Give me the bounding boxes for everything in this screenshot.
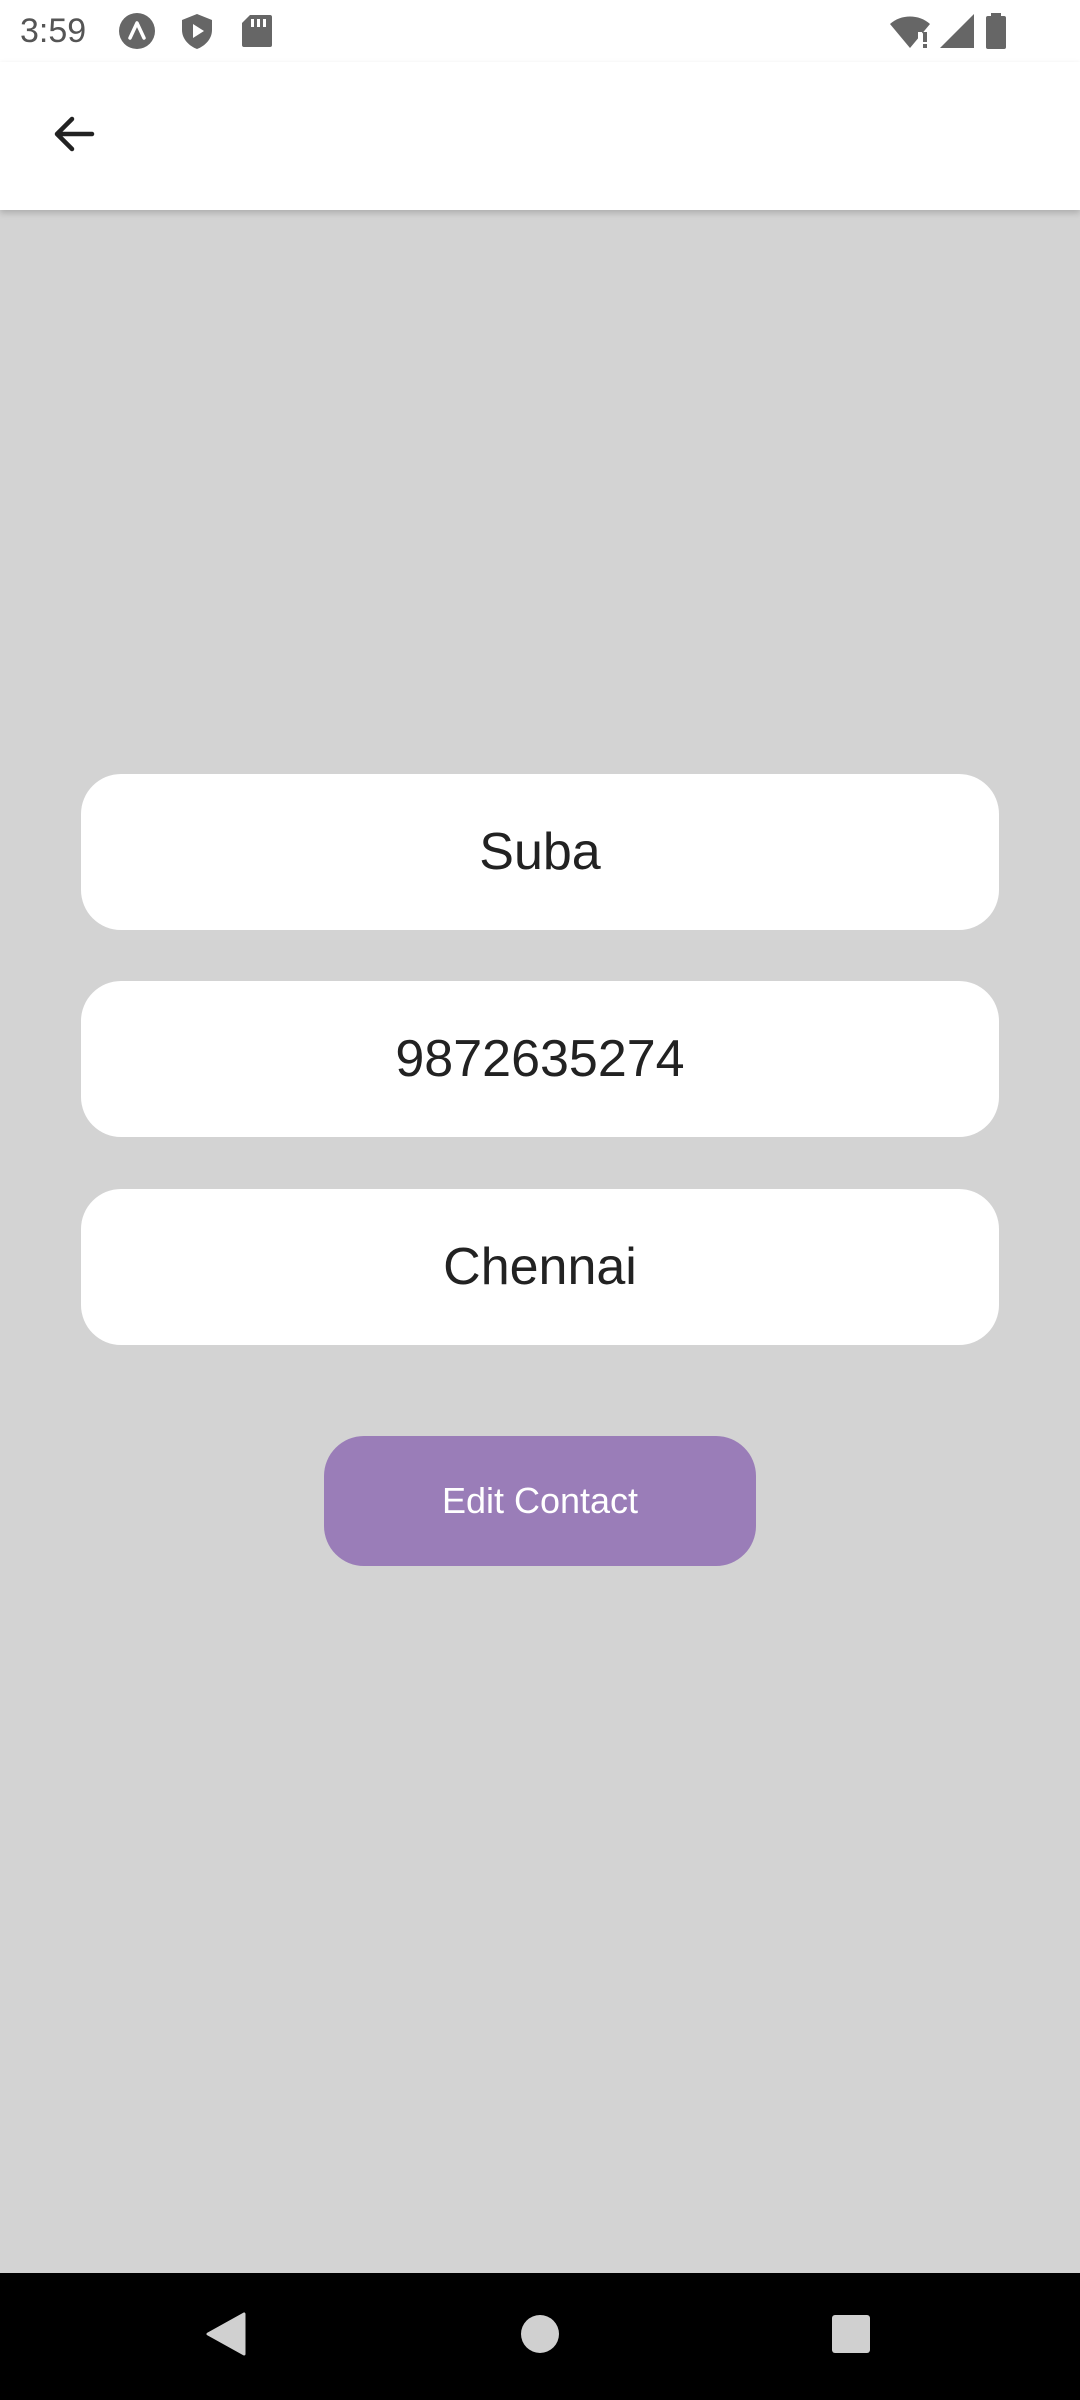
phone-field[interactable]: 9872635274 xyxy=(81,981,999,1137)
edit-contact-button-label: Edit Contact xyxy=(441,1480,639,1521)
edit-contact-screen: 3:59 Suba 9872635274 Chennai Edit Contac… xyxy=(0,0,1080,2400)
nav-back-button[interactable] xyxy=(166,2273,286,2400)
back-button[interactable] xyxy=(36,98,112,174)
home-circle-icon xyxy=(520,2314,560,2359)
name-field[interactable]: Suba xyxy=(81,774,999,930)
arrow-back-icon xyxy=(50,110,98,163)
app-bar xyxy=(0,62,1080,210)
edit-contact-button[interactable]: Edit Contact xyxy=(324,1436,756,1566)
shield-play-icon xyxy=(178,12,216,50)
nav-recents-button[interactable] xyxy=(791,2273,911,2400)
status-bar: 3:59 xyxy=(0,0,1080,62)
status-time: 3:59 xyxy=(20,12,87,50)
battery-icon xyxy=(984,12,1008,50)
navigation-bar xyxy=(0,2273,1080,2400)
back-triangle-icon xyxy=(204,2311,248,2362)
sd-card-icon xyxy=(238,12,276,50)
signal-icon xyxy=(938,12,976,50)
nav-home-button[interactable] xyxy=(480,2273,600,2400)
recents-square-icon xyxy=(831,2314,871,2359)
wifi-icon xyxy=(888,12,932,50)
city-field[interactable]: Chennai xyxy=(81,1189,999,1345)
launcher-icon xyxy=(118,12,156,50)
